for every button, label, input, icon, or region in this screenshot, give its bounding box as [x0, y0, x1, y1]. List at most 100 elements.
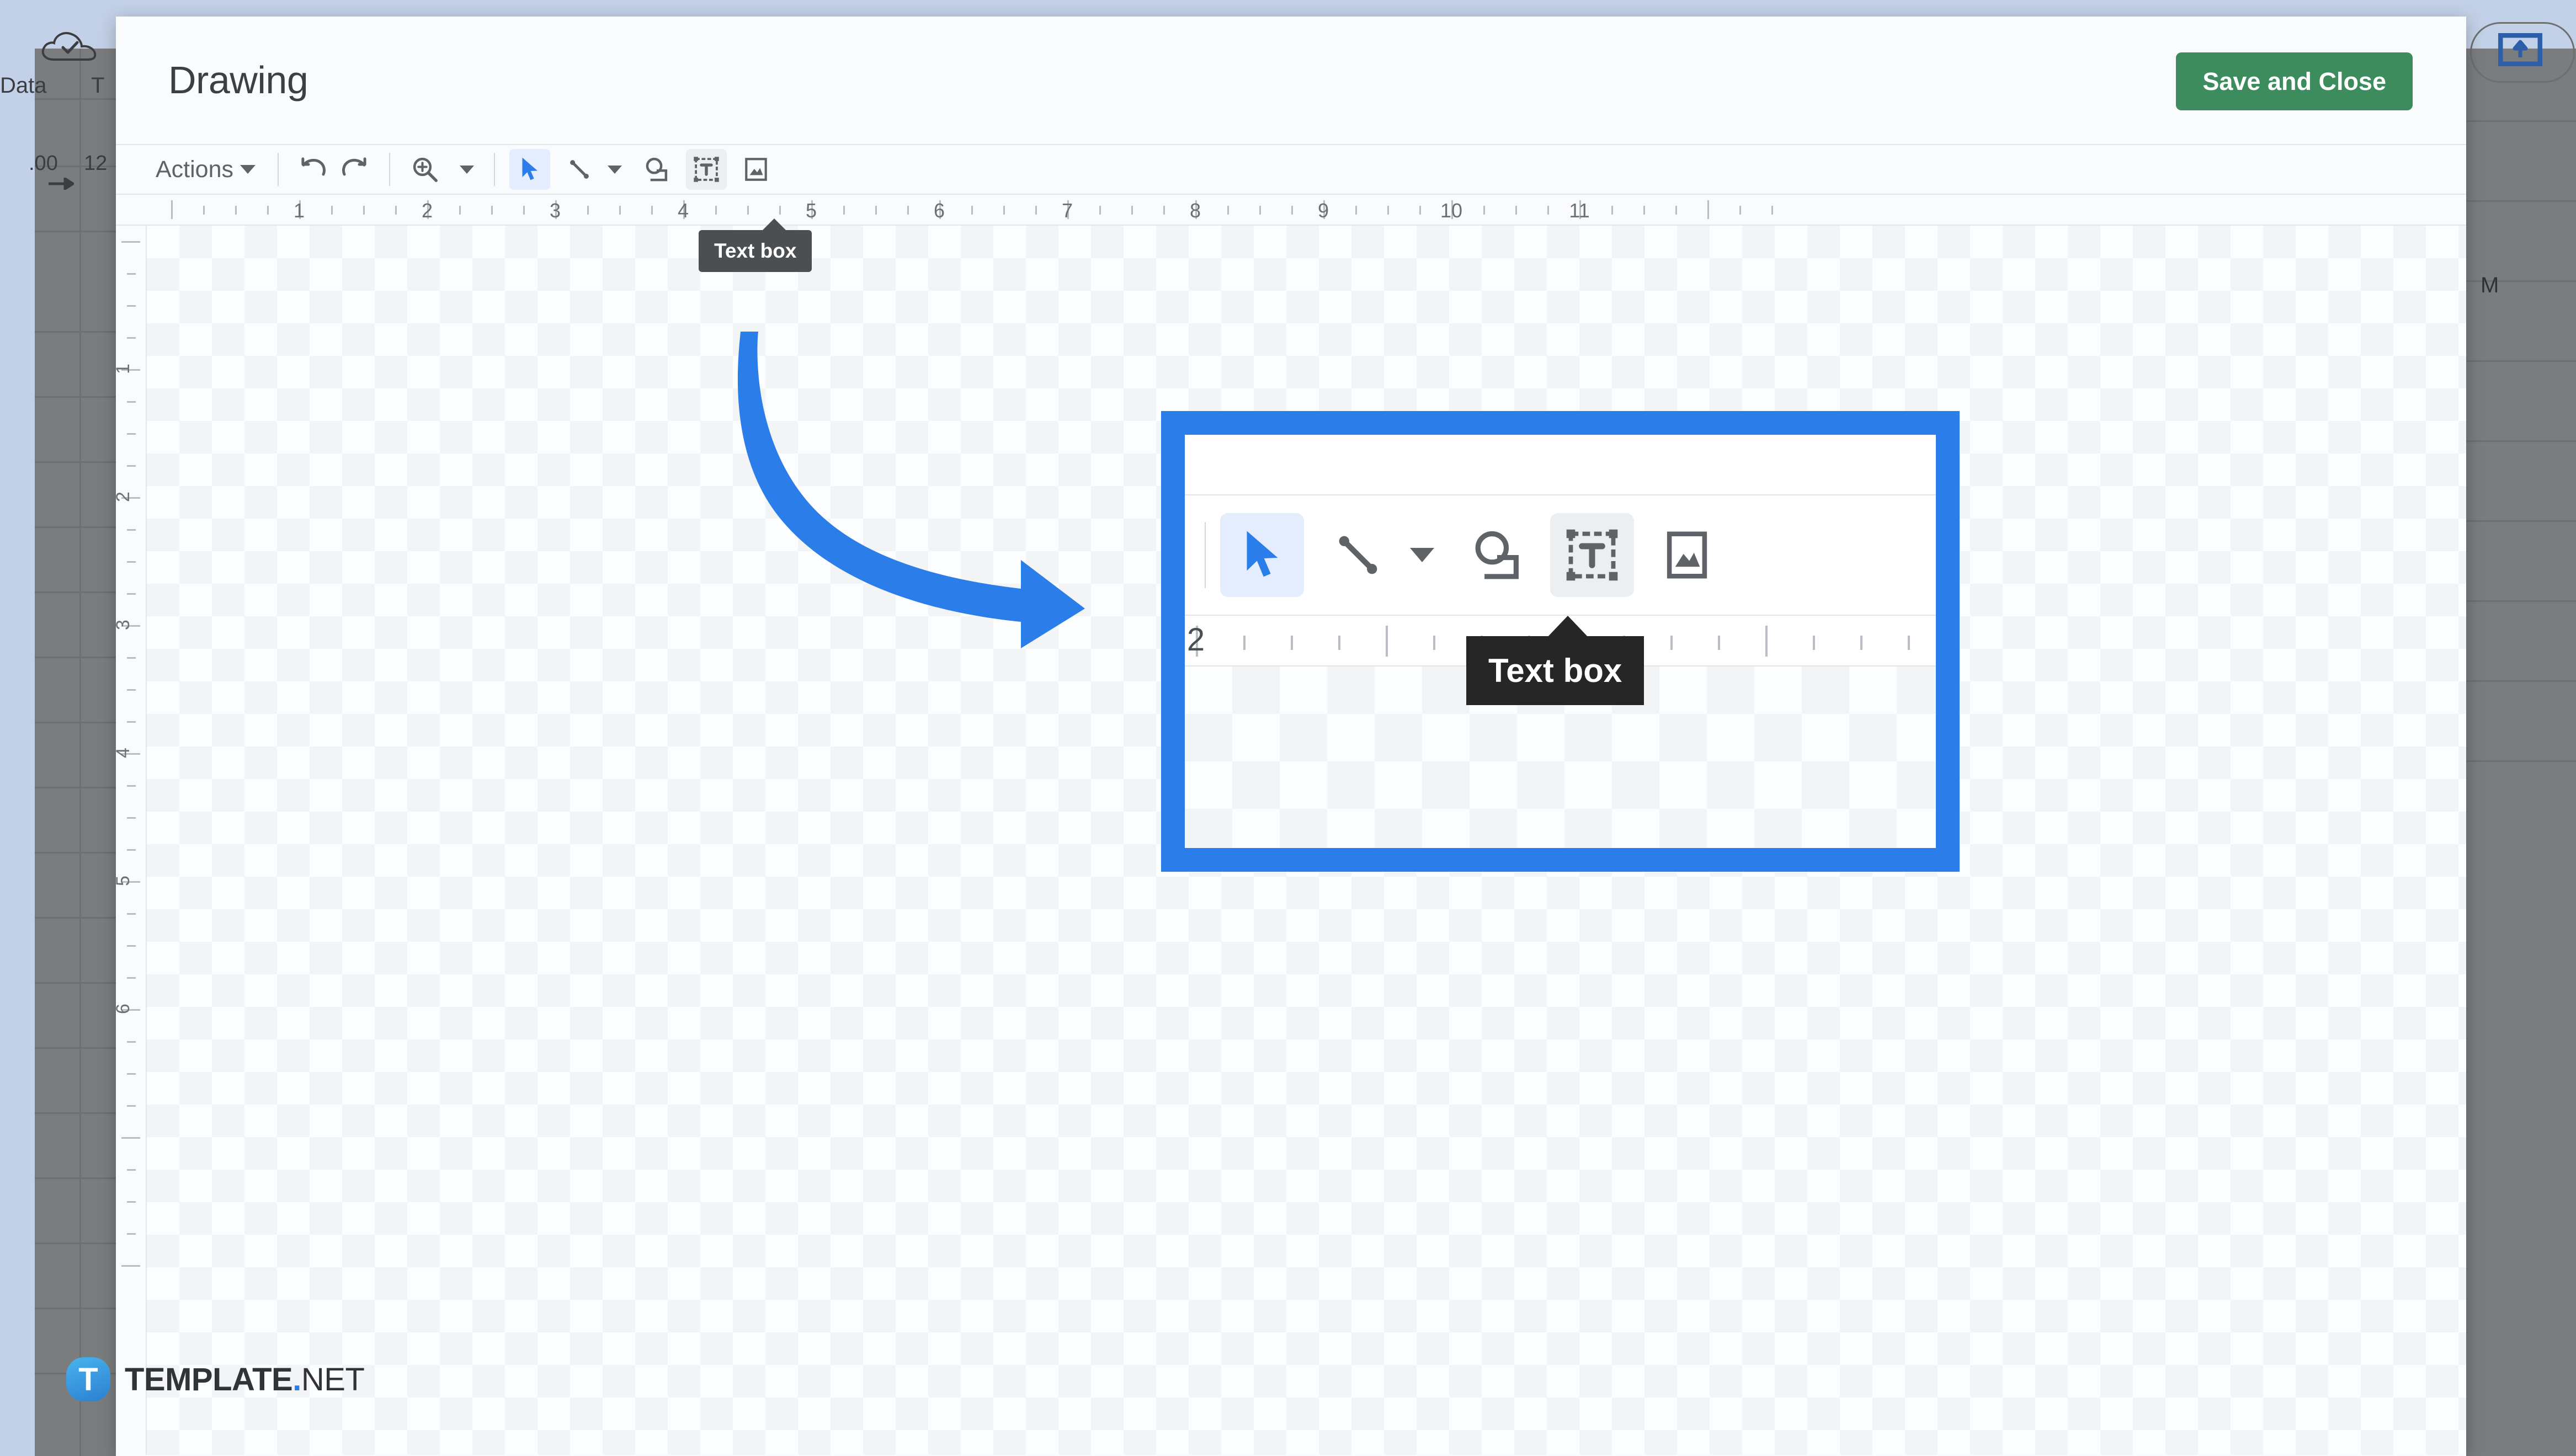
line-icon — [1339, 536, 1377, 574]
text-box-tooltip: Text box — [699, 230, 812, 272]
ruler-tick — [1670, 636, 1673, 650]
ruler-tick — [1515, 206, 1517, 215]
ruler-number: 2 — [1186, 622, 1205, 658]
ruler-number: 4 — [116, 748, 134, 758]
ruler-tick — [267, 206, 269, 215]
ruler-number: 5 — [805, 199, 817, 222]
zoom-dropdown-button[interactable] — [454, 149, 480, 190]
ruler-number: 1 — [116, 364, 134, 374]
inset-select-tool[interactable] — [1220, 513, 1304, 597]
save-and-close-button[interactable]: Save and Close — [2176, 52, 2413, 110]
actions-menu-label: Actions — [156, 156, 234, 183]
backdrop-right-strip — [2452, 49, 2576, 1456]
ruler-tick — [1227, 206, 1229, 215]
ruler-tick — [1291, 206, 1293, 215]
ruler-tick — [1163, 206, 1165, 215]
tooltip-arrow-icon — [1547, 616, 1589, 638]
redo-icon — [342, 157, 366, 176]
ruler-number: 5 — [116, 876, 134, 886]
ruler-tick — [715, 206, 717, 215]
ruler-tick — [127, 561, 136, 563]
ruler-tick — [1611, 206, 1613, 215]
inset-line-dropdown-button[interactable] — [1400, 513, 1444, 597]
zoom-button[interactable] — [405, 149, 445, 190]
backdrop-menu-tools: T — [91, 73, 105, 98]
ruler-tick — [127, 433, 136, 435]
inset-line-tool[interactable] — [1316, 513, 1400, 597]
ruler-tick — [121, 1265, 140, 1267]
line-dropdown-button[interactable] — [602, 149, 627, 190]
ruler-tick — [127, 305, 136, 307]
toolbar-divider — [494, 153, 496, 186]
vertical-ruler: 1 2 3 4 5 6 — [116, 226, 147, 1455]
backdrop-column-label-m: M — [2481, 273, 2499, 297]
inset-shape-tool[interactable] — [1455, 513, 1539, 597]
ruler-tick — [171, 200, 173, 219]
chevron-down-icon — [1410, 548, 1434, 562]
inset-text-box-tooltip: Text box — [1466, 636, 1644, 705]
text-box-tool[interactable] — [686, 149, 727, 190]
ruler-tick — [907, 206, 909, 215]
ruler-tick — [127, 1105, 136, 1107]
ruler-number: 4 — [677, 199, 689, 222]
backdrop-fontsize-label: 12 — [84, 152, 108, 175]
ruler-tick — [127, 273, 136, 275]
ruler-tick — [1643, 206, 1645, 215]
template-net-logo: T TEMPLATE.NET — [66, 1357, 365, 1401]
ruler-tick — [127, 465, 136, 467]
logo-net-text: NET — [301, 1361, 365, 1398]
dialog-header: Drawing Save and Close — [116, 17, 2466, 145]
actions-menu-button[interactable]: Actions — [148, 149, 263, 190]
ruler-tick — [1099, 206, 1101, 215]
decrease-decimal-icon — [49, 178, 74, 190]
ruler-tick — [875, 206, 877, 215]
toolbar-divider — [278, 153, 279, 186]
image-tool[interactable] — [736, 149, 776, 190]
logo-mark-icon: T — [66, 1357, 110, 1401]
redo-button[interactable] — [334, 149, 375, 190]
ruler-tick — [127, 1233, 136, 1235]
line-tool[interactable] — [559, 149, 600, 190]
ruler-tick — [1386, 626, 1388, 657]
page-title: Drawing — [168, 58, 308, 102]
ruler-tick — [1547, 206, 1549, 215]
cursor-arrow-icon — [522, 157, 537, 180]
image-icon — [1667, 531, 1707, 579]
ruler-tick — [127, 817, 136, 819]
ruler-tick — [363, 206, 365, 215]
ruler-number: 10 — [1440, 199, 1463, 222]
ruler-tick — [1707, 200, 1709, 219]
inset-image-tool[interactable] — [1645, 513, 1729, 597]
undo-button[interactable] — [293, 149, 334, 190]
ruler-tick — [127, 945, 136, 947]
ruler-tick — [1419, 206, 1421, 215]
ruler-tick — [127, 1201, 136, 1203]
chevron-down-icon — [460, 165, 475, 174]
logo-template-text: TEMPLATE — [125, 1361, 293, 1398]
line-icon — [570, 160, 589, 179]
ruler-tick — [1718, 636, 1720, 650]
ruler-tick — [235, 206, 237, 215]
ruler-tick — [395, 206, 397, 215]
ruler-number: 7 — [1061, 199, 1073, 222]
chevron-down-icon — [608, 165, 622, 174]
ruler-tick — [127, 785, 136, 787]
toolbar-divider — [1205, 522, 1206, 588]
ruler-tick — [1765, 626, 1768, 657]
text-box-icon — [694, 157, 719, 182]
ruler-tick — [1675, 206, 1677, 215]
ruler-tick — [587, 206, 589, 215]
select-tool[interactable] — [509, 149, 551, 190]
shape-tool[interactable] — [636, 149, 677, 190]
inset-text-box-tool[interactable] — [1550, 513, 1634, 597]
ruler-number: 6 — [933, 199, 945, 222]
ruler-tick — [127, 913, 136, 915]
ruler-tick — [127, 689, 136, 691]
logo-dot-text: . — [292, 1361, 301, 1398]
ruler-tick — [1387, 206, 1389, 215]
zoom-in-icon — [413, 157, 438, 182]
ruler-tick — [127, 657, 136, 659]
ruler-tick — [127, 1169, 136, 1171]
ruler-number: 2 — [421, 199, 433, 222]
ruler-number: 6 — [116, 1004, 134, 1014]
